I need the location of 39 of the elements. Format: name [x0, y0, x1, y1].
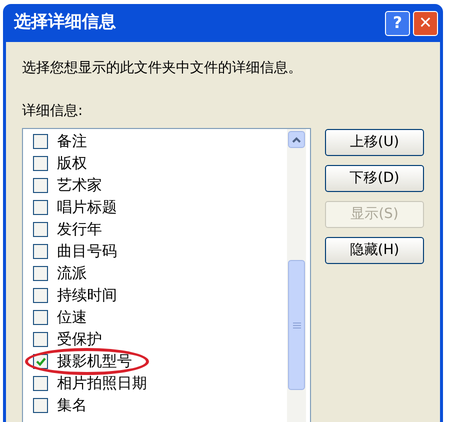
scrollbar[interactable] — [287, 129, 306, 422]
checkbox[interactable] — [33, 266, 48, 280]
detail-label: 曲目号码 — [57, 240, 117, 262]
checkbox[interactable] — [33, 178, 48, 192]
caret-up-icon — [292, 136, 301, 142]
detail-label: 集名 — [57, 394, 87, 416]
action-button[interactable]: 隐藏(H) — [325, 237, 424, 264]
detail-label: 摄影机型号 — [57, 350, 132, 372]
action-button[interactable]: 上移(U) — [325, 129, 424, 156]
help-button[interactable]: ? — [385, 10, 410, 36]
checkbox[interactable] — [33, 244, 48, 258]
checkbox[interactable] — [33, 376, 48, 390]
close-button[interactable]: ✕ — [413, 10, 438, 36]
checkbox[interactable] — [33, 222, 48, 236]
action-button[interactable]: 下移(D) — [325, 165, 424, 192]
detail-label: 持续时间 — [57, 284, 117, 306]
grip-icon — [292, 322, 300, 328]
scroll-up-button[interactable] — [288, 131, 305, 148]
checkmark-icon — [36, 356, 46, 366]
detail-label: 相片拍照日期 — [57, 372, 147, 394]
detail-label: 艺术家 — [57, 174, 102, 196]
checkbox[interactable] — [33, 156, 48, 170]
description-text: 选择您想显示的此文件夹中文件的详细信息。 — [22, 59, 303, 78]
checkbox[interactable] — [33, 200, 48, 214]
detail-label: 版权 — [57, 152, 87, 174]
detail-label: 位速 — [57, 306, 87, 328]
window-title: 选择详细信息 — [14, 11, 117, 34]
detail-label: 受保护 — [57, 328, 102, 350]
checkbox[interactable] — [33, 288, 48, 302]
scroll-thumb[interactable] — [288, 260, 305, 390]
detail-label: 流派 — [57, 262, 87, 284]
detail-label: 发行年 — [57, 218, 102, 240]
detail-label: 备注 — [57, 130, 87, 152]
checkbox[interactable] — [33, 398, 48, 412]
checkbox[interactable] — [33, 310, 48, 324]
list-label: 详细信息: — [22, 102, 84, 121]
checkbox[interactable] — [33, 134, 48, 148]
checkbox[interactable] — [33, 332, 48, 346]
detail-label: 唱片标题 — [57, 196, 117, 218]
